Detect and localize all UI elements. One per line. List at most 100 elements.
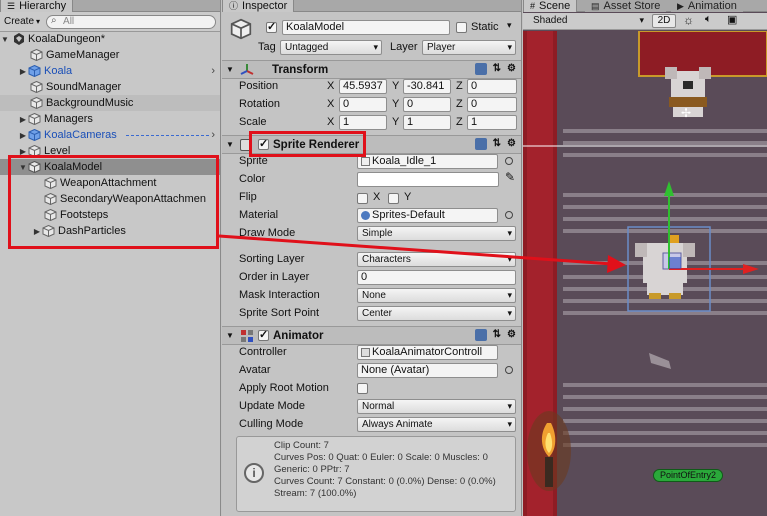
tree-item-koalamodel[interactable]: ▼ KoalaModel — [0, 159, 220, 175]
preset-sliders-icon[interactable]: ⇅ — [493, 63, 501, 75]
tree-item-secondaryweaponattachment[interactable]: SecondaryWeaponAttachmen — [0, 191, 220, 207]
object-picker-icon[interactable] — [505, 211, 513, 219]
animator-header[interactable]: ▼ Animator ⇅ ⚙ — [222, 326, 521, 345]
tree-item-managers[interactable]: ▶ Managers — [0, 111, 220, 127]
active-checkbox[interactable] — [266, 20, 277, 33]
chevron-down-icon[interactable]: ▾ — [507, 20, 512, 31]
axis-y-label: Y — [392, 116, 400, 128]
tree-item-level[interactable]: ▶ Level — [0, 143, 220, 159]
rotation-y-field[interactable]: 0 — [403, 97, 451, 112]
update-mode-dropdown[interactable]: Normal — [357, 399, 516, 414]
avatar-object-field[interactable]: None (Avatar) — [357, 363, 498, 378]
culling-mode-dropdown[interactable]: Always Animate — [357, 417, 516, 432]
tab-scene[interactable]: # Scene — [523, 0, 578, 12]
rotation-x-field[interactable]: 0 — [339, 97, 387, 112]
expand-arrow-icon[interactable]: ▶ — [18, 115, 28, 124]
color-swatch[interactable] — [357, 172, 499, 187]
tree-item-dashparticles[interactable]: ▶ DashParticles — [0, 223, 220, 239]
flip-y-checkbox[interactable] — [388, 193, 399, 204]
preset-sliders-icon[interactable]: ⇅ — [493, 138, 501, 150]
tab-asset-store[interactable]: ▤ Asset Store — [585, 0, 667, 12]
help-book-icon[interactable] — [474, 138, 487, 150]
tree-item-gamemanager[interactable]: GameManager — [0, 47, 220, 63]
point-of-entry-label[interactable]: PointOfEntry2 — [653, 469, 724, 482]
scene-canvas[interactable]: ✢ — [523, 31, 767, 516]
search-input[interactable]: All — [46, 14, 216, 29]
tree-item-backgroundmusic[interactable]: BackgroundMusic — [0, 95, 220, 111]
sprite-sort-point-dropdown[interactable]: Center — [357, 306, 516, 321]
axis-z-label: Z — [456, 98, 463, 110]
static-checkbox[interactable] — [456, 22, 467, 33]
scene-root-row[interactable]: ▼ KoalaDungeon* — [0, 31, 220, 47]
tree-item-koalacameras[interactable]: ▶ KoalaCameras › — [0, 127, 220, 143]
object-name-input[interactable]: KoalaModel — [282, 20, 450, 35]
position-x-field[interactable]: 45.5937 — [339, 79, 387, 94]
transform-header[interactable]: ▼ Transform ⇅ ⚙ — [222, 60, 521, 79]
position-y-field[interactable]: -30.841 — [403, 79, 451, 94]
chevron-right-icon[interactable]: › — [211, 129, 215, 141]
tab-inspector[interactable]: ⓘ Inspector — [222, 0, 295, 12]
tag-dropdown[interactable]: Untagged — [280, 40, 382, 55]
chevron-right-icon[interactable]: › — [211, 65, 215, 77]
material-object-field[interactable]: Sprites-Default — [357, 208, 498, 223]
expand-arrow-icon[interactable]: ▶ — [18, 147, 28, 156]
create-button[interactable]: Create ▾ — [4, 16, 40, 27]
shading-mode-dropdown[interactable]: Shaded — [529, 14, 647, 29]
color-label: Color — [239, 173, 266, 185]
apply-root-motion-checkbox[interactable] — [357, 383, 368, 394]
scene-viewport[interactable]: ✢ PointOfEntry2 — [523, 31, 767, 516]
tab-hierarchy-label: Hierarchy — [19, 0, 67, 12]
gear-icon[interactable]: ⚙ — [507, 329, 516, 341]
gear-icon[interactable]: ⚙ — [507, 63, 516, 75]
mask-interaction-dropdown[interactable]: None — [357, 288, 516, 303]
flip-x-checkbox[interactable] — [357, 193, 368, 204]
effects-image-icon[interactable]: ▣ — [727, 13, 737, 26]
torch — [527, 411, 571, 491]
sprite-renderer-header[interactable]: ▼ Sprite Renderer ⇅ ⚙ — [222, 135, 521, 154]
expand-arrow-icon[interactable]: ▼ — [226, 331, 234, 340]
scale-x-field[interactable]: 1 — [339, 115, 387, 130]
object-picker-icon[interactable] — [505, 366, 513, 374]
layer-dropdown[interactable]: Player — [422, 40, 516, 55]
axis-z-label: Z — [456, 116, 463, 128]
tree-item-weaponattachment[interactable]: WeaponAttachment — [0, 175, 220, 191]
lighting-sun-icon[interactable]: ☼ — [683, 13, 694, 27]
tab-animation[interactable]: ▶ Animation — [671, 0, 743, 12]
help-book-icon[interactable] — [474, 63, 487, 75]
sprite-object-field[interactable]: Koala_Idle_1 — [357, 154, 498, 169]
2d-mode-toggle[interactable]: 2D — [652, 14, 676, 28]
expand-arrow-icon[interactable]: ▼ — [226, 140, 234, 149]
axis-z-label: Z — [456, 80, 463, 92]
object-picker-icon[interactable] — [505, 157, 513, 165]
expand-arrow-icon[interactable]: ▶ — [18, 131, 28, 140]
rotation-z-field[interactable]: 0 — [467, 97, 517, 112]
tree-item-koala[interactable]: ▶ Koala › — [0, 63, 220, 79]
tab-hierarchy[interactable]: ☰ Hierarchy — [0, 0, 74, 12]
expand-arrow-icon[interactable]: ▼ — [226, 65, 234, 74]
position-z-field[interactable]: 0 — [467, 79, 517, 94]
draw-mode-dropdown[interactable]: Simple — [357, 226, 516, 241]
preset-sliders-icon[interactable]: ⇅ — [493, 329, 501, 341]
animator-enabled-checkbox[interactable] — [258, 328, 269, 341]
help-book-icon[interactable] — [474, 329, 487, 341]
expand-arrow-icon[interactable]: ▶ — [32, 227, 42, 236]
sprite-renderer-enabled-checkbox[interactable] — [258, 137, 269, 150]
eyedropper-icon[interactable]: ✎ — [505, 170, 515, 184]
gear-icon[interactable]: ⚙ — [507, 138, 516, 150]
scale-y-field[interactable]: 1 — [403, 115, 451, 130]
scale-z-field[interactable]: 1 — [467, 115, 517, 130]
controller-object-field[interactable]: KoalaAnimatorControll — [357, 345, 498, 360]
expand-arrow-icon[interactable]: ▼ — [0, 35, 10, 44]
expand-arrow-icon[interactable]: ▶ — [18, 67, 28, 76]
audio-speaker-icon[interactable]: 🔈︎ — [705, 13, 712, 26]
gizmo-xy-plane-handle[interactable] — [669, 257, 681, 269]
tree-item-footsteps[interactable]: Footsteps — [0, 207, 220, 223]
scene-panel: # Scene ▤ Asset Store ▶ Animation Shaded… — [523, 0, 767, 516]
expand-arrow-icon[interactable]: ▼ — [18, 163, 28, 172]
inspector-tabbar: ⓘ Inspector — [222, 0, 521, 12]
order-in-layer-field[interactable]: 0 — [357, 270, 516, 285]
sorting-layer-dropdown[interactable]: Characters — [357, 252, 516, 267]
tree-item-soundmanager[interactable]: SoundManager — [0, 79, 220, 95]
order-in-layer-label: Order in Layer — [239, 271, 310, 283]
axis-y-label: Y — [392, 98, 400, 110]
